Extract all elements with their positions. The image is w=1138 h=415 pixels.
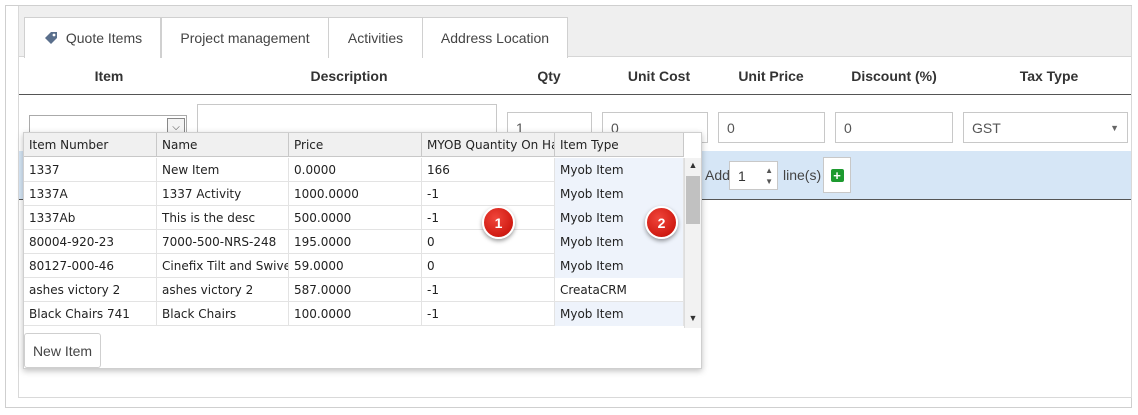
cell-price: 59.0000 [289, 254, 422, 278]
tab-quote-items[interactable]: Quote Items [24, 17, 161, 58]
tab-label: Project management [180, 30, 310, 46]
tab-label: Activities [347, 30, 404, 46]
scroll-down-icon[interactable]: ▼ [685, 313, 701, 327]
table-row[interactable]: Black Chairs 741 Black Chairs 100.0000 -… [24, 302, 684, 326]
cell-quantity: -1 [422, 182, 555, 206]
cell-item-number: Black Chairs 741 [24, 302, 157, 326]
new-item-button[interactable]: New Item [24, 333, 101, 368]
add-label: Add [705, 167, 730, 183]
cell-item-type: Myob Item [555, 302, 684, 326]
cell-quantity: -1 [422, 302, 555, 326]
header-tax-type: Tax Type [1019, 68, 1079, 84]
cell-item-number: ashes victory 2 [24, 278, 157, 302]
table-row[interactable]: 80127-000-46 Cinefix Tilt and Swivel 59.… [24, 254, 684, 278]
tab-project-management[interactable]: Project management [161, 17, 329, 58]
cell-quantity: -1 [422, 278, 555, 302]
table-row[interactable]: 1337Ab This is the desc 500.0000 -1 Myob… [24, 206, 684, 230]
cell-price: 100.0000 [289, 302, 422, 326]
scroll-up-icon[interactable]: ▲ [685, 160, 701, 174]
cell-item-type: Myob Item [555, 254, 684, 278]
cell-item-type: Myob Item [555, 158, 684, 182]
tax-type-value: GST [972, 119, 1001, 136]
unit-price-field[interactable]: 0 [718, 112, 825, 143]
grid-scrollbar[interactable]: ▲ ▼ [684, 158, 701, 328]
caret-down-icon: ▼ [1110, 122, 1119, 133]
tab-activities[interactable]: Activities [328, 17, 423, 58]
table-row[interactable]: ashes victory 2 ashes victory 2 587.0000… [24, 278, 684, 302]
grid-header-name[interactable]: Name [157, 133, 289, 157]
cell-item-number: 80127-000-46 [24, 254, 157, 278]
add-lines-button[interactable]: + [823, 157, 851, 193]
header-discount: Discount (%) [851, 68, 937, 84]
cell-price: 0.0000 [289, 158, 422, 182]
stepper-arrows-icon[interactable]: ▲ ▼ [765, 165, 773, 187]
grid-header-item-type[interactable]: Item Type [555, 133, 684, 157]
line-count-stepper[interactable]: 1 ▲ ▼ [729, 161, 778, 190]
tag-icon [44, 32, 57, 44]
cell-name: 7000-500-NRS-248 [157, 230, 289, 254]
grid-body: 1337 New Item 0.0000 166 Myob Item 1337A… [24, 158, 684, 328]
cell-name: Black Chairs [157, 302, 289, 326]
cell-name: ashes victory 2 [157, 278, 289, 302]
tab-bar: Quote Items Project management Activitie… [19, 6, 1131, 58]
grid-header-quantity[interactable]: MYOB Quantity On Hand [422, 133, 555, 157]
cell-price: 587.0000 [289, 278, 422, 302]
cell-name: New Item [157, 158, 289, 182]
scroll-thumb[interactable] [686, 176, 700, 224]
cell-price: 1000.0000 [289, 182, 422, 206]
line-count-value: 1 [738, 167, 746, 184]
cell-item-type: CreataCRM [555, 278, 684, 302]
cell-name: 1337 Activity [157, 182, 289, 206]
column-headers: Item Description Qty Unit Cost Unit Pric… [19, 68, 1131, 94]
cell-name: This is the desc [157, 206, 289, 230]
tab-address-location[interactable]: Address Location [422, 17, 568, 58]
lines-label: line(s) [783, 167, 822, 183]
cell-price: 195.0000 [289, 230, 422, 254]
item-dropdown-grid: Item Number Name Price MYOB Quantity On … [23, 132, 702, 369]
table-row[interactable]: 1337A 1337 Activity 1000.0000 -1 Myob It… [24, 182, 684, 206]
cell-quantity: 0 [422, 254, 555, 278]
grid-header-item-number[interactable]: Item Number [24, 133, 157, 157]
discount-field[interactable]: 0 [835, 112, 953, 143]
cell-item-number: 1337Ab [24, 206, 157, 230]
callout-badge-2: 2 [645, 206, 678, 239]
cell-name: Cinefix Tilt and Swivel [157, 254, 289, 278]
header-divider [19, 94, 1131, 95]
tab-label: Address Location [440, 30, 550, 46]
table-row[interactable]: 1337 New Item 0.0000 166 Myob Item [24, 158, 684, 182]
tab-label: Quote Items [65, 30, 143, 46]
cell-item-type: Myob Item [555, 182, 684, 206]
header-unit-price: Unit Price [738, 68, 804, 84]
plus-icon: + [830, 168, 844, 182]
cell-price: 500.0000 [289, 206, 422, 230]
callout-badge-1: 1 [482, 206, 515, 239]
header-qty: Qty [537, 68, 561, 84]
header-description: Description [310, 68, 388, 84]
grid-header-price[interactable]: Price [289, 133, 422, 157]
cell-item-number: 1337 [24, 158, 157, 182]
header-unit-cost: Unit Cost [627, 68, 691, 84]
tax-type-select[interactable]: GST ▼ [963, 112, 1128, 143]
grid-header: Item Number Name Price MYOB Quantity On … [24, 133, 684, 157]
cell-quantity: 166 [422, 158, 555, 182]
cell-item-number: 1337A [24, 182, 157, 206]
header-item: Item [94, 68, 124, 84]
table-row[interactable]: 80004-920-23 7000-500-NRS-248 195.0000 0… [24, 230, 684, 254]
cell-item-number: 80004-920-23 [24, 230, 157, 254]
